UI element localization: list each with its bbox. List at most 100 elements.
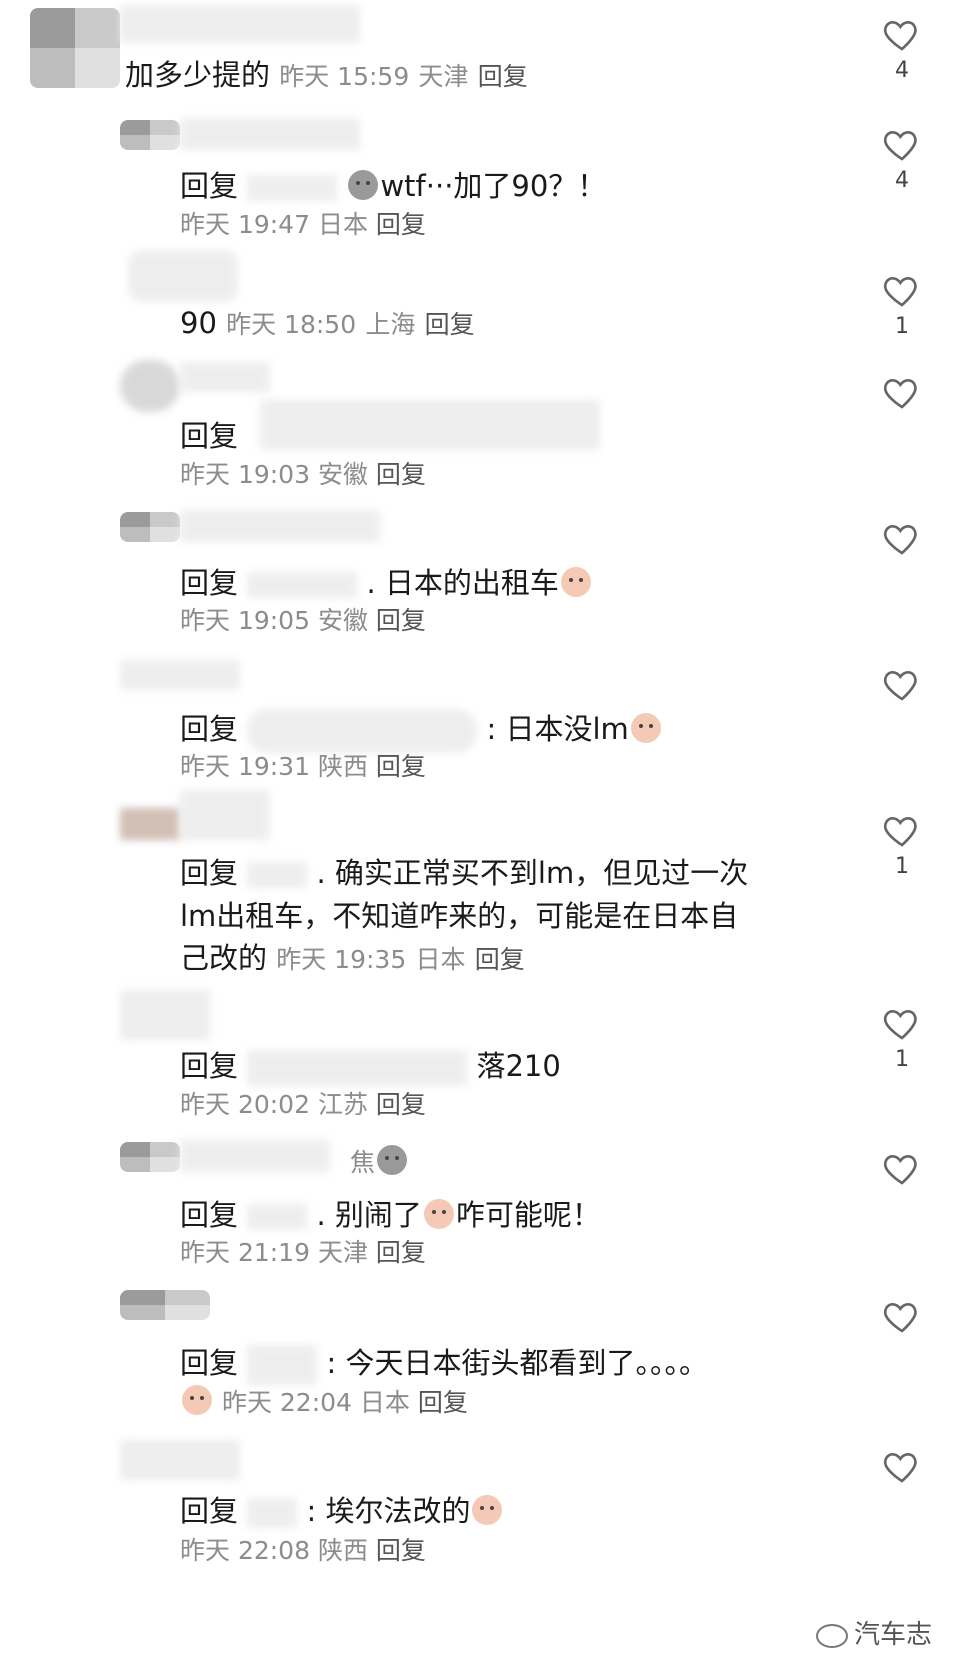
emoji-icon: [348, 170, 379, 200]
reply-button[interactable]: 回复: [376, 460, 426, 489]
comment-location: 江苏: [317, 1090, 368, 1119]
like-count: 1: [895, 314, 909, 339]
heart-icon[interactable]: [882, 1446, 922, 1486]
comment-time: 昨天 15:59: [279, 62, 410, 91]
avatar[interactable]: [120, 1142, 180, 1172]
reply-button[interactable]: 回复: [425, 310, 475, 339]
reply-prefix: 回复: [180, 856, 239, 890]
heart-icon[interactable]: [882, 664, 922, 704]
comment-time: 昨天 19:47: [180, 210, 310, 239]
emoji-icon: [630, 713, 661, 743]
reply-prefix: 回复: [180, 1494, 239, 1528]
like-3: [880, 372, 924, 412]
heart-icon[interactable]: [882, 124, 922, 164]
heart-icon[interactable]: [882, 270, 922, 310]
comment-text: wtf···加了90？！: [380, 169, 607, 203]
username-blurred: [180, 1140, 330, 1172]
comment-text: : 埃尔法改的: [306, 1494, 471, 1528]
comment-text: . 日本的出租车: [366, 566, 559, 600]
reply-prefix: 回复: [180, 566, 239, 600]
avatar[interactable]: [120, 660, 240, 690]
avatar[interactable]: [120, 990, 210, 1040]
comment-time: 昨天 22:08: [180, 1536, 310, 1565]
reply-prefix: 回复: [180, 712, 239, 746]
reply-button[interactable]: 回复: [376, 752, 426, 781]
username-blurred: [180, 790, 270, 840]
emoji-icon: [560, 567, 591, 597]
comment-text: : 今天日本街头都看到了。。。。: [326, 1346, 708, 1380]
heart-icon[interactable]: [882, 1148, 922, 1188]
avatar[interactable]: [120, 512, 180, 542]
emoji-icon: [182, 1385, 212, 1415]
comment-text-blurred: [260, 400, 600, 450]
heart-icon[interactable]: [882, 372, 922, 412]
reply-button[interactable]: 回复: [376, 1238, 426, 1267]
username-blurred: [180, 118, 360, 150]
reply-button[interactable]: 回复: [475, 945, 525, 974]
like-8: [880, 1148, 924, 1188]
reply-button[interactable]: 回复: [478, 62, 528, 91]
comment-time: 昨天 19:03: [180, 460, 310, 489]
reply-button[interactable]: 回复: [376, 1536, 426, 1565]
comment-text-line: 回复 . 别闹了 咋可能呢！: [180, 1192, 601, 1234]
avatar[interactable]: [120, 1290, 210, 1320]
reply-prefix: 回复: [180, 419, 239, 453]
comment-time: 昨天 19:05: [180, 606, 310, 635]
comment-location: 安徽: [317, 460, 368, 489]
emoji-icon: [423, 1199, 454, 1229]
avatar[interactable]: [128, 250, 238, 302]
comment-text: : 日本没lm: [486, 712, 629, 746]
heart-icon[interactable]: [882, 810, 922, 850]
heart-icon[interactable]: [882, 1003, 922, 1043]
comment-text: 己改的: [180, 941, 268, 975]
like-2: 1: [880, 270, 924, 339]
comment-location: 陕西: [317, 752, 368, 781]
username: 焦: [350, 1148, 376, 1177]
like-0: 4: [880, 14, 924, 83]
comment-meta: 昨天 19:47 日本 回复: [180, 205, 426, 241]
comment-text-line: 90 昨天 18:50 上海 回复: [180, 305, 475, 341]
comment-meta: 昨天 19:05 安徽 回复: [180, 601, 426, 637]
avatar[interactable]: [120, 808, 180, 840]
comment-location: 天津: [418, 62, 469, 91]
comment-location: 上海: [365, 310, 416, 339]
comment-location: 安徽: [317, 606, 368, 635]
reply-button[interactable]: 回复: [376, 606, 426, 635]
comment-location: 陕西: [317, 1536, 368, 1565]
username-blurred: [120, 5, 360, 43]
like-6: 1: [880, 810, 924, 879]
mention-blurred: [247, 862, 308, 888]
comment-text: . 别闹了: [316, 1198, 422, 1232]
comment-location: 日本: [415, 945, 466, 974]
comment-location: 天津: [317, 1238, 368, 1267]
comment-text-line: 加多少提的 昨天 15:59 天津 回复: [125, 52, 528, 94]
heart-icon[interactable]: [882, 14, 922, 54]
avatar[interactable]: [120, 120, 180, 150]
comment-meta: 昨天 19:03 安徽 回复: [180, 455, 426, 491]
wechat-icon: [816, 1623, 848, 1648]
avatar[interactable]: [120, 360, 180, 412]
avatar[interactable]: [120, 1440, 240, 1480]
comment-text-line: 回复 落210: [180, 1043, 561, 1086]
username-blurred: [180, 510, 380, 542]
heart-icon[interactable]: [882, 1296, 922, 1336]
like-9: [880, 1296, 924, 1336]
comment-text-line: 回复 . 日本的出租车: [180, 560, 593, 602]
reply-button[interactable]: 回复: [376, 210, 426, 239]
comment-meta: 昨天 22:04 日本 回复: [180, 1383, 468, 1419]
mention-blurred: [247, 572, 358, 598]
avatar[interactable]: [30, 8, 120, 88]
reply-button[interactable]: 回复: [376, 1090, 426, 1119]
heart-icon[interactable]: [882, 518, 922, 558]
comment-meta: 昨天 19:31 陕西 回复: [180, 747, 426, 783]
comment-meta: 昨天 20:02 江苏 回复: [180, 1085, 426, 1121]
comment-text-line: 回复 wtf···加了90？！: [180, 163, 606, 205]
like-5: [880, 664, 924, 704]
comment-text-2: 咋可能呢！: [455, 1198, 601, 1232]
comment-meta: 昨天 22:08 陕西 回复: [180, 1531, 426, 1567]
reply-button[interactable]: 回复: [418, 1388, 468, 1417]
comment-location: 日本: [317, 210, 368, 239]
mention-blurred: [247, 175, 338, 201]
like-count: 4: [895, 58, 909, 83]
watermark-text: 汽车志: [854, 1620, 933, 1650]
